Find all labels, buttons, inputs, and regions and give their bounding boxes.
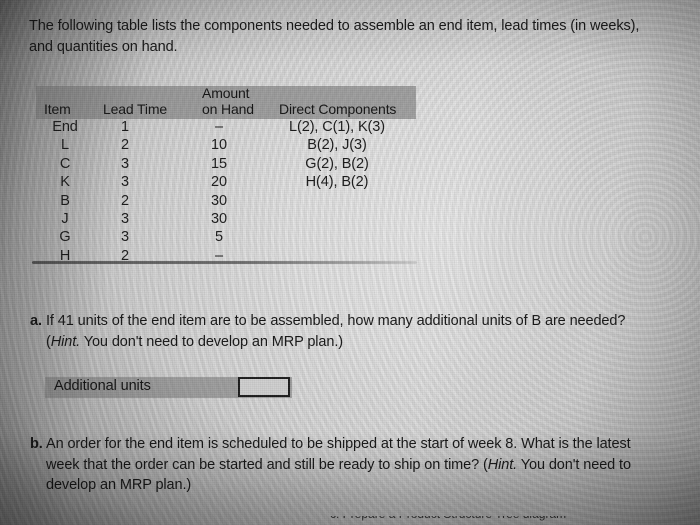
photographed-textbook-page: The following table lists the components… (0, 0, 700, 525)
photo-vignette (0, 0, 700, 525)
